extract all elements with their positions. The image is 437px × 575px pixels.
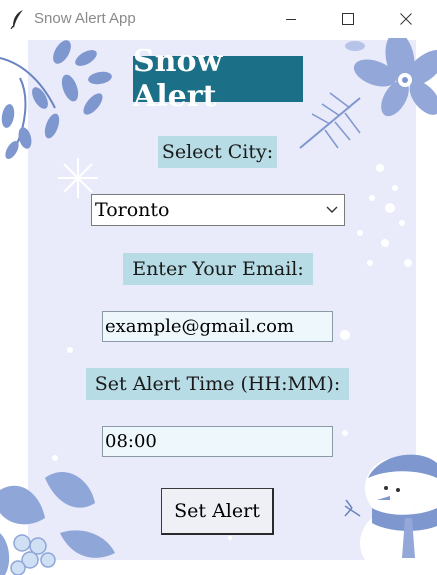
app-canvas: Snow Alert Select City: Toronto Enter Yo…	[0, 38, 437, 575]
email-input[interactable]: example@gmail.com	[102, 311, 333, 342]
maximize-button[interactable]	[325, 0, 371, 38]
time-input[interactable]: 08:00	[102, 426, 333, 457]
window-title: Snow Alert App	[34, 10, 136, 27]
title-bar: Snow Alert App	[0, 0, 437, 38]
email-label: Enter Your Email:	[123, 253, 313, 285]
minimize-button[interactable]	[268, 0, 314, 38]
minimize-icon	[286, 19, 296, 20]
close-icon	[400, 13, 412, 25]
set-alert-button[interactable]: Set Alert	[161, 488, 274, 535]
chevron-down-icon	[326, 206, 338, 213]
city-select-value: Toronto	[95, 199, 170, 221]
city-label: Select City:	[158, 136, 277, 168]
maximize-icon	[342, 13, 354, 25]
city-select[interactable]: Toronto	[91, 194, 345, 226]
close-button[interactable]	[383, 0, 429, 38]
time-label: Set Alert Time (HH:MM):	[86, 368, 349, 400]
background-panel	[28, 40, 416, 560]
feather-icon	[10, 10, 23, 29]
app-heading: Snow Alert	[133, 44, 303, 114]
